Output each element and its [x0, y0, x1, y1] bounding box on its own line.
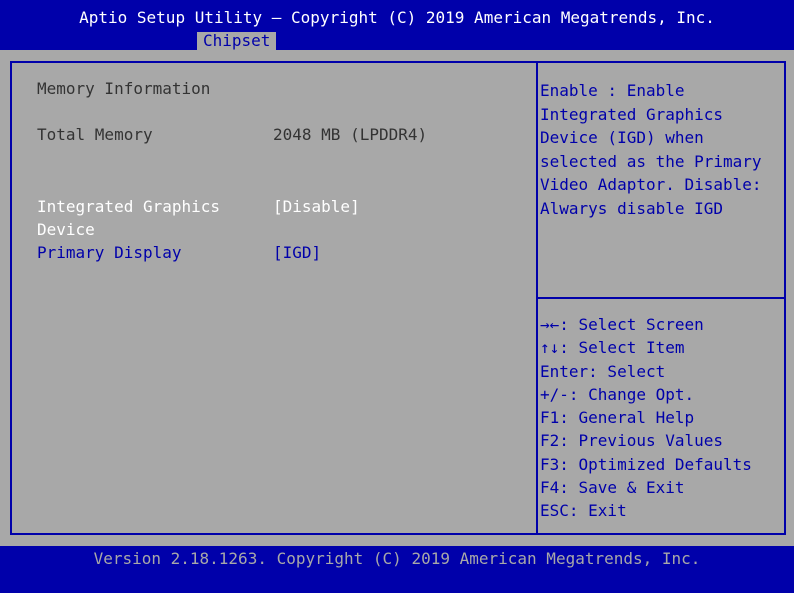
tab-bar: Chipset — [0, 28, 794, 50]
key-optimized-defaults: F3: Optimized Defaults — [540, 454, 752, 474]
integrated-graphics-value[interactable]: [Disable] — [273, 197, 360, 217]
key-legend: →←: Select Screen ↑↓: Select Item Enter:… — [540, 313, 784, 523]
total-memory-label: Total Memory — [37, 125, 153, 144]
key-esc-exit: ESC: Exit — [540, 501, 627, 521]
integrated-graphics-label: Integrated Graphics — [37, 197, 221, 216]
utility-title: Aptio Setup Utility – Copyright (C) 2019… — [79, 8, 715, 27]
help-line: Device (IGD) when — [540, 128, 704, 147]
primary-display-value[interactable]: [IGD] — [273, 243, 321, 263]
version-footer: Version 2.18.1263. Copyright (C) 2019 Am… — [93, 549, 701, 568]
help-divider — [538, 297, 786, 299]
help-line: Integrated Graphics — [540, 104, 724, 124]
tab-chipset[interactable]: Chipset — [197, 32, 277, 50]
primary-display-label: Primary Display — [37, 243, 182, 262]
help-line: selected as the Primary — [540, 151, 762, 171]
help-line: Video Adaptor. Disable: — [540, 175, 762, 194]
key-select-screen: →←: Select Screen — [540, 315, 704, 334]
help-line: Alwarys disable IGD — [540, 198, 724, 218]
key-select-item: ↑↓: Select Item — [540, 338, 685, 358]
key-previous-values: F2: Previous Values — [540, 431, 724, 451]
help-line: Enable : Enable — [540, 81, 685, 100]
key-enter-select: Enter: Select — [540, 361, 666, 381]
integrated-graphics-label-line2: Device — [37, 220, 95, 239]
key-change-opt: +/-: Change Opt. — [540, 384, 695, 404]
section-heading: Memory Information — [37, 79, 211, 98]
help-text: Enable : Enable Integrated Graphics Devi… — [540, 79, 784, 220]
key-save-exit: F4: Save & Exit — [540, 478, 685, 498]
key-general-help: F1: General Help — [540, 408, 695, 428]
total-memory-value: 2048 MB (LPDDR4) — [273, 125, 428, 144]
